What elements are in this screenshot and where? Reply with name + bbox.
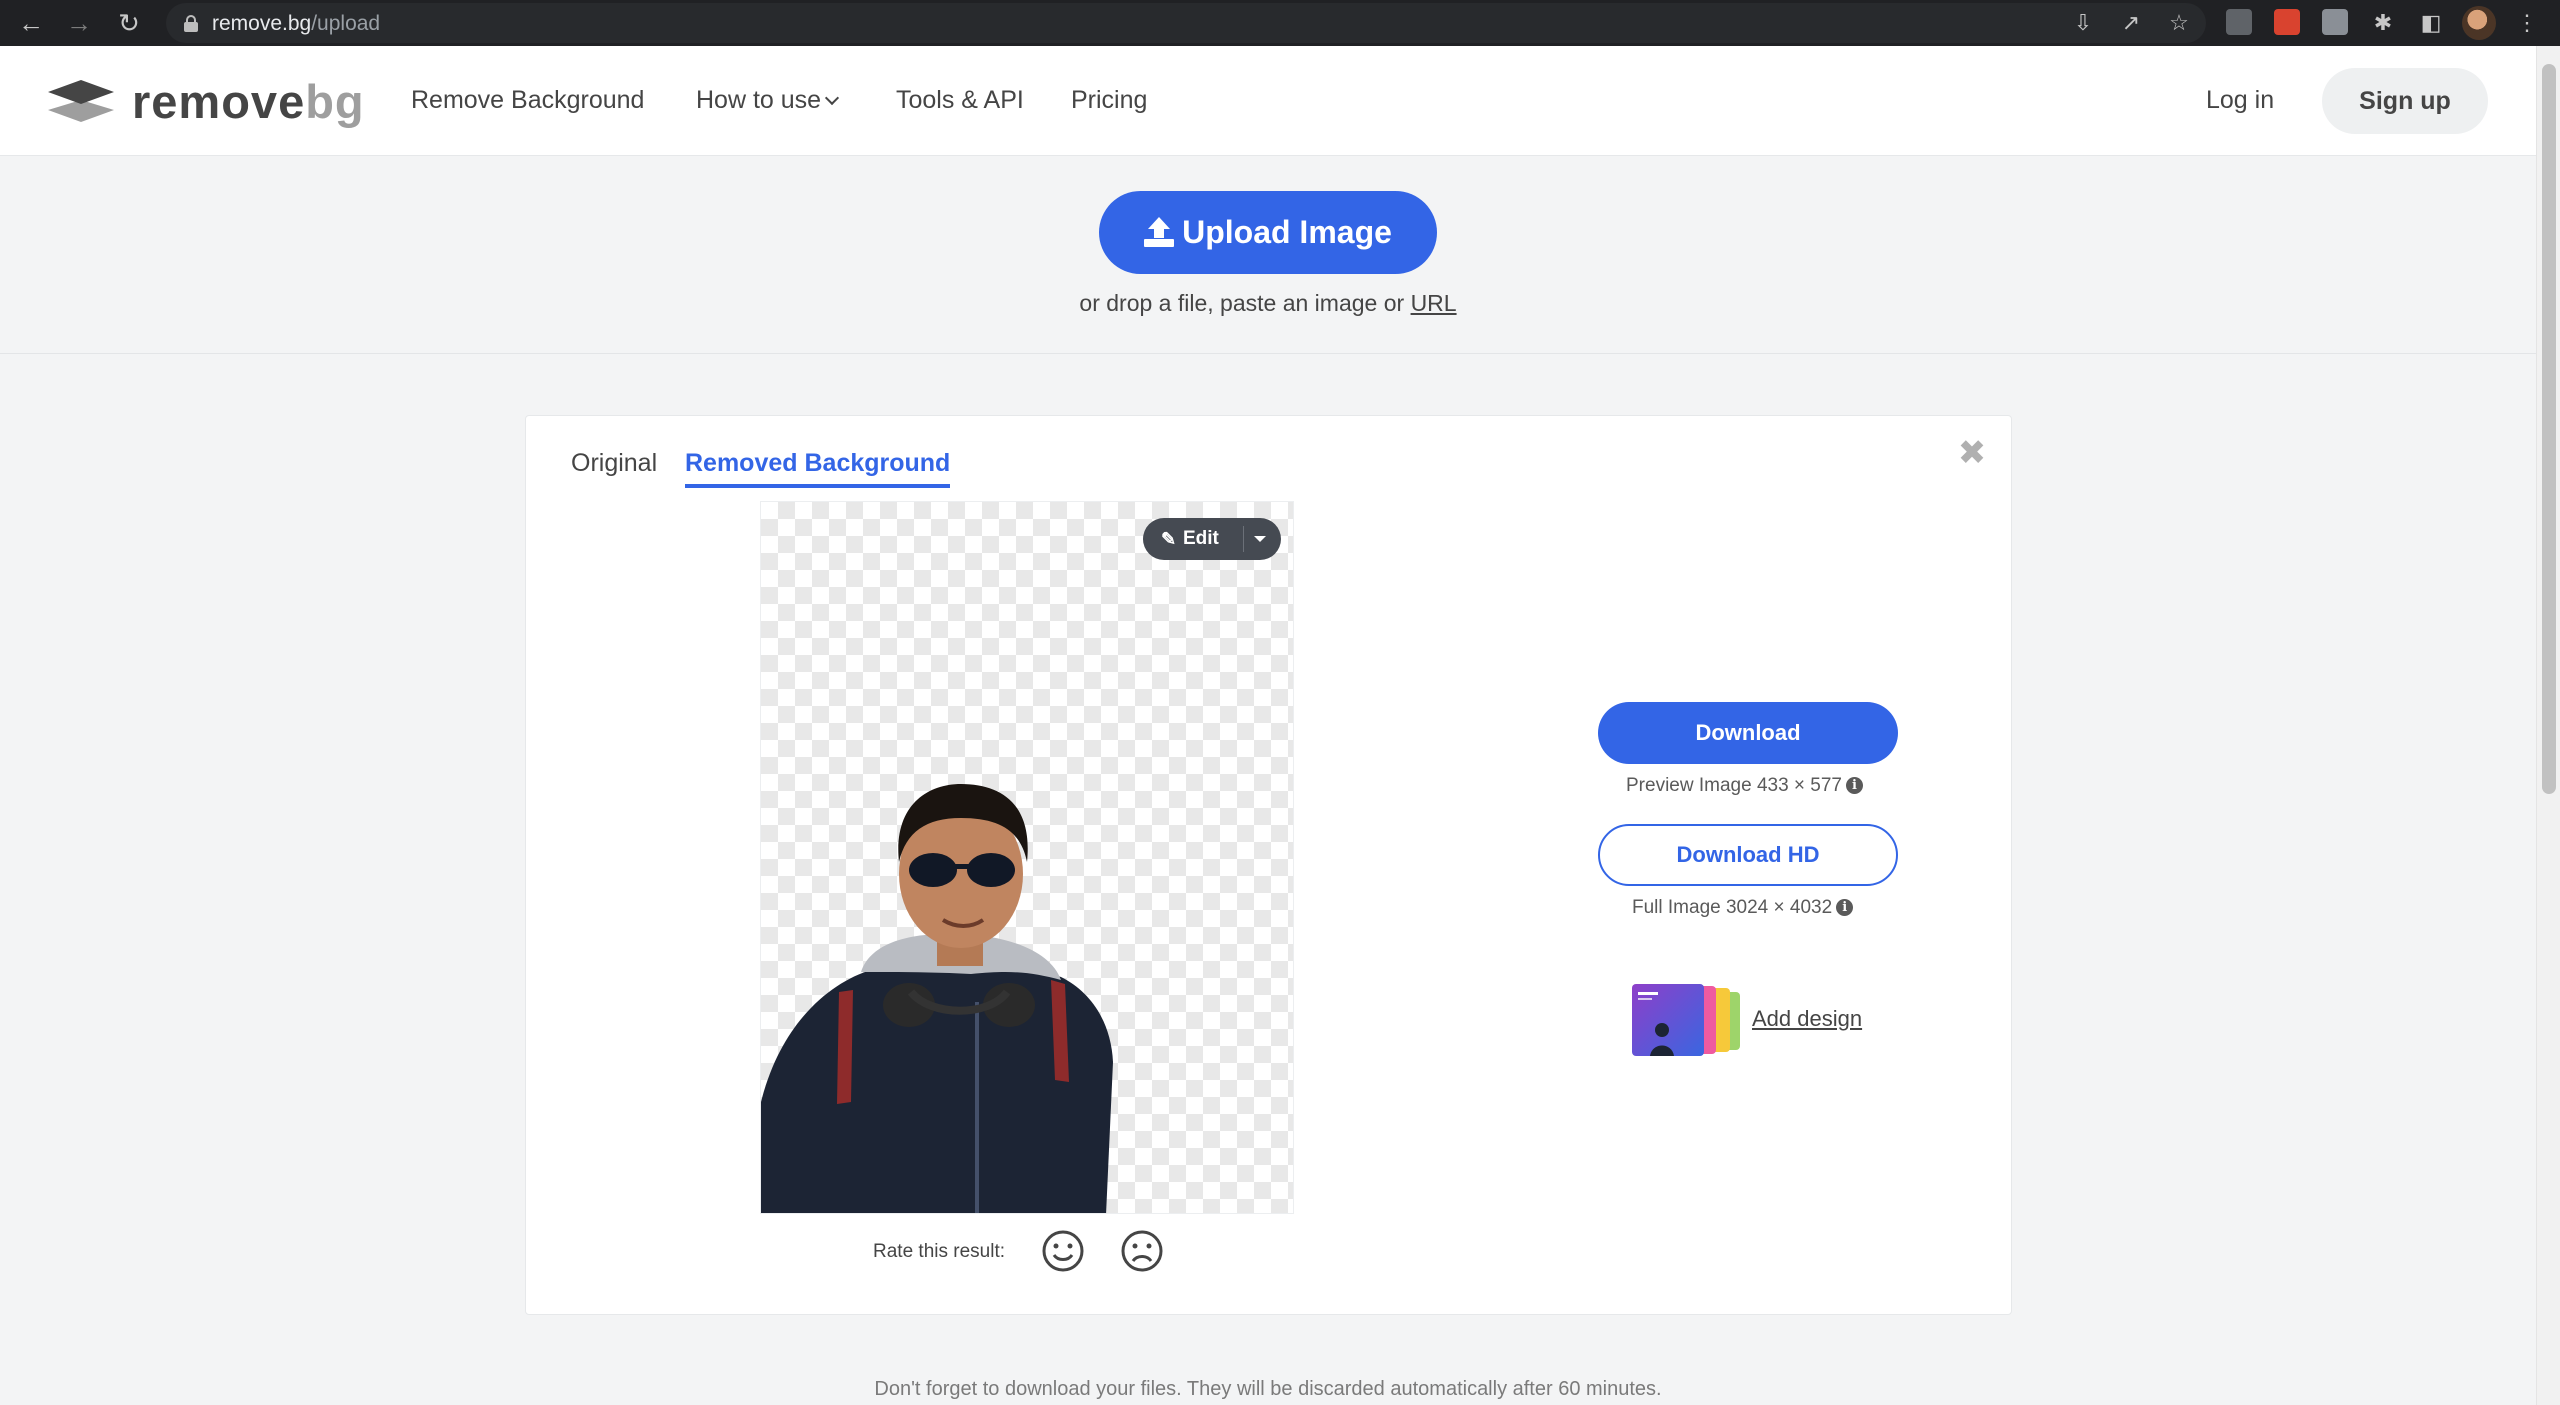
sad-face-icon[interactable] [1120,1229,1164,1273]
nav-how-to-use[interactable]: How to use [696,86,840,115]
upload-image-button[interactable]: Upload Image [1099,191,1437,274]
install-icon[interactable]: ⇩ [2066,6,2100,40]
result-card: Original Removed Background ✖ ✎ Edit Rat… [525,415,2012,1315]
menu-icon[interactable]: ⋮ [2510,6,2544,40]
side-panel-icon[interactable]: ◧ [2414,6,2448,40]
forward-icon[interactable]: → [62,6,96,40]
lock-icon [184,15,198,32]
happy-face-icon[interactable] [1041,1229,1085,1273]
share-icon[interactable]: ↗ [2114,6,2148,40]
pencil-icon: ✎ [1161,529,1177,549]
scrollbar[interactable] [2536,46,2560,1405]
result-image-preview: ✎ Edit [760,501,1294,1214]
download-button[interactable]: Download [1598,702,1898,764]
download-hd-button[interactable]: Download HD [1598,824,1898,886]
rate-label: Rate this result: [873,1241,1005,1262]
tab-original[interactable]: Original [571,449,657,484]
preview-image-info: Preview Image 433 × 577 i [1626,775,1863,797]
browser-toolbar: ← → ↻ remove.bg/upload ⇩ ↗ ☆ ✱ ◧ ⋮ [0,0,2560,46]
nav-tools-api[interactable]: Tools & API [896,86,1024,115]
address-bar[interactable]: remove.bg/upload [166,3,2206,43]
discard-notice: Don't forget to download your files. The… [874,1378,1662,1400]
scrollbar-thumb[interactable] [2542,64,2556,794]
close-icon[interactable]: ✖ [1957,436,1987,470]
profile-avatar[interactable] [2462,6,2496,40]
login-link[interactable]: Log in [2206,86,2274,115]
extension-icon[interactable] [2322,9,2348,35]
upload-zone[interactable]: Upload Image or drop a file, paste an im… [0,156,2536,354]
full-image-info: Full Image 3024 × 4032 i [1632,897,1854,919]
info-icon[interactable]: i [1846,777,1863,795]
caret-down-icon[interactable] [1254,536,1266,542]
url-link[interactable]: URL [1411,290,1457,316]
nav-pricing[interactable]: Pricing [1071,86,1147,115]
add-design-link[interactable]: Add design [1752,1006,1862,1032]
signup-button[interactable]: Sign up [2322,68,2488,134]
edit-button[interactable]: ✎ Edit [1143,518,1281,560]
nav-remove-background[interactable]: Remove Background [411,86,644,115]
reload-icon[interactable]: ↻ [112,6,146,40]
upload-icon [1144,217,1175,247]
url-text: remove.bg/upload [212,12,381,35]
extensions-icon[interactable]: ✱ [2366,6,2400,40]
design-thumbnail[interactable] [1632,984,1740,1056]
drop-hint: or drop a file, paste an image or URL [1079,290,1457,316]
chevron-down-icon [824,90,840,106]
tab-removed-background[interactable]: Removed Background [685,449,951,488]
extension-icon[interactable] [2226,9,2252,35]
info-icon[interactable]: i [1836,899,1854,917]
cutout-person-image [761,784,1113,1213]
site-header: removebg Remove Background How to use To… [0,46,2536,156]
extension-icon[interactable] [2274,9,2300,35]
star-icon[interactable]: ☆ [2162,6,2196,40]
logo-layers-icon [48,80,114,122]
back-icon[interactable]: ← [14,6,48,40]
